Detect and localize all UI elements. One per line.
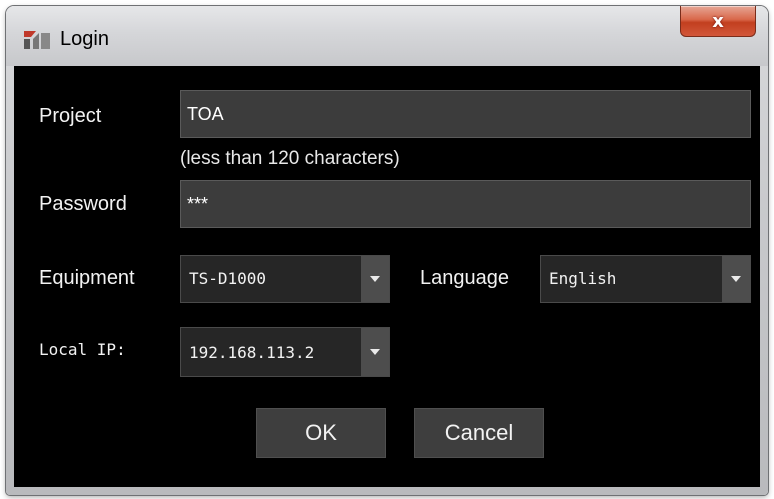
- login-window: Login x Project (less than 120 character…: [6, 6, 768, 495]
- close-icon: x: [712, 10, 724, 32]
- password-input[interactable]: [180, 180, 751, 228]
- language-value: English: [549, 269, 617, 288]
- window-title: Login: [60, 28, 109, 50]
- app-logo-icon: [24, 31, 50, 49]
- project-hint: (less than 120 characters): [180, 148, 400, 169]
- ok-button[interactable]: OK: [256, 408, 386, 458]
- local-ip-label: Local IP:: [39, 340, 126, 359]
- local-ip-value: 192.168.113.2: [189, 343, 315, 362]
- project-input[interactable]: [180, 90, 751, 138]
- local-ip-select[interactable]: 192.168.113.2: [180, 327, 390, 377]
- chevron-down-icon[interactable]: [361, 328, 389, 376]
- language-label: Language: [420, 267, 509, 289]
- project-label: Project: [39, 105, 102, 127]
- language-select[interactable]: English: [540, 255, 751, 303]
- equipment-select[interactable]: TS-D1000: [180, 255, 390, 303]
- cancel-button[interactable]: Cancel: [414, 408, 544, 458]
- equipment-label: Equipment: [39, 267, 135, 289]
- login-form: Project (less than 120 characters) Passw…: [14, 66, 760, 487]
- chevron-down-icon[interactable]: [361, 256, 389, 302]
- equipment-value: TS-D1000: [189, 269, 267, 288]
- close-button[interactable]: x: [680, 6, 756, 37]
- password-label: Password: [39, 193, 127, 215]
- chevron-down-icon[interactable]: [722, 256, 750, 302]
- title-bar[interactable]: Login x: [6, 6, 768, 66]
